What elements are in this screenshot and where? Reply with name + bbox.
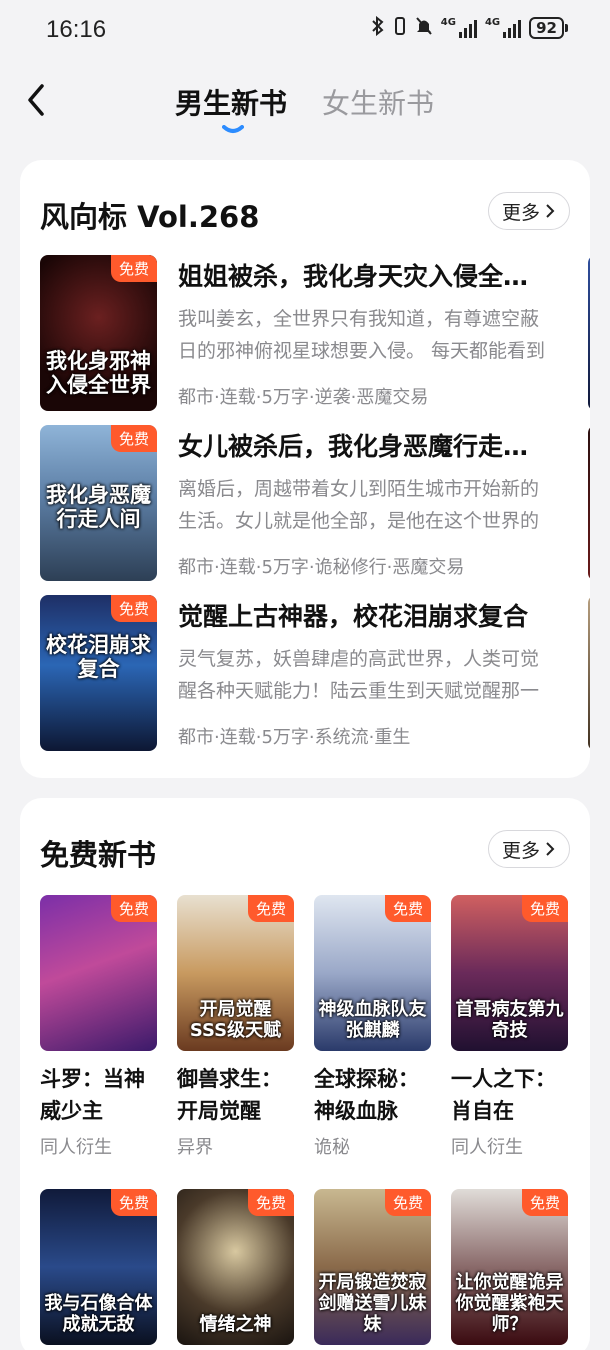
free-badge: 免费: [384, 1189, 431, 1216]
grid-book[interactable]: 情绪之神 免费: [177, 1189, 294, 1345]
tab-female-new-books[interactable]: 女生新书: [322, 82, 434, 122]
book-row[interactable]: 校花泪崩求复合 免费 觉醒上古神器，校花泪崩求复合 灵气复苏，妖兽肆虐的高武世界…: [40, 595, 590, 751]
tab-male-new-books[interactable]: 男生新书: [175, 82, 287, 122]
free-new-books-card: 免费新书 更多 免费 斗罗：当神威少主 同人衍生 开局觉醒SSS级天赋 免费 御…: [20, 798, 590, 1350]
free-badge: 免费: [384, 895, 431, 922]
book-title: 御兽求生：开局觉醒: [177, 1067, 282, 1123]
back-arrow-icon[interactable]: [22, 78, 58, 122]
grid-book[interactable]: 我与石像合体成就无敌 免费: [40, 1189, 157, 1345]
book-genre: 同人衍生: [451, 1137, 523, 1158]
book-genre: 同人衍生: [40, 1137, 112, 1158]
book-cover: 让你觉醒诡异你觉醒紫袍天师？ 免费: [451, 1189, 568, 1345]
cover-text: 神级血脉队友张麒麟: [318, 999, 427, 1041]
book-genre: 异界: [177, 1137, 213, 1158]
free-badge: 免费: [247, 895, 294, 922]
signal-label-2: 4G: [484, 17, 501, 28]
cover-text: 校花泪崩求复合: [46, 633, 151, 681]
book-tags: 都市·连载·5万字·诡秘修行·恶魔交易: [178, 557, 465, 578]
cover-text: 我化身邪神入侵全世界: [46, 349, 151, 397]
book-row[interactable]: 我化身邪神入侵全世界 免费 姐姐被杀，我化身天灾入侵全世界 我叫姜玄，全世界只有…: [40, 255, 590, 411]
book-title: 一人之下：肖自在: [451, 1067, 556, 1123]
book-title: 姐姐被杀，我化身天灾入侵全世界: [178, 262, 538, 291]
section-title: 免费新书: [40, 838, 157, 872]
section-title: 风向标 Vol.268: [40, 200, 260, 234]
cover-text: 情绪之神: [199, 1314, 272, 1335]
signal-label: 4G: [440, 17, 456, 28]
free-badge: 免费: [110, 895, 157, 922]
grid-book[interactable]: 免费 斗罗：当神威少主 同人衍生: [40, 895, 157, 1159]
free-badge: 免费: [521, 895, 568, 922]
book-cover: 首哥病友第九奇技 免费: [451, 895, 568, 1051]
status-time: 16:16: [46, 16, 107, 43]
grid-book[interactable]: 首哥病友第九奇技 免费 一人之下：肖自在 同人衍生: [451, 895, 568, 1159]
more-label: 更多: [501, 839, 540, 862]
cover-text: 开局锻造焚寂剑赠送雪儿妹妹: [318, 1272, 427, 1335]
free-badge: 免费: [110, 255, 157, 282]
tab-indicator: [222, 120, 244, 133]
signal-icon: 4G: [441, 18, 477, 38]
book-description: 离婚后，周越带着女儿到陌生城市开始新的生活。女儿就是他全部，是他在这个世界的一切: [178, 478, 540, 532]
cover-text: 首哥病友第九奇技: [455, 999, 564, 1041]
book-cover: 情绪之神 免费: [177, 1189, 294, 1345]
next-book-peek[interactable]: [588, 595, 590, 751]
header: 男生新书 女生新书: [0, 70, 610, 140]
more-label: 更多: [501, 201, 540, 224]
mute-bell-icon: [415, 16, 433, 40]
more-button[interactable]: 更多: [488, 830, 570, 868]
grid-book[interactable]: 神级血脉队友张麒麟 免费 全球探秘：神级血脉 诡秘: [314, 895, 431, 1159]
book-cover: 我化身恶魔行走人间 免费: [40, 425, 157, 581]
book-cover: 开局觉醒SSS级天赋 免费: [177, 895, 294, 1051]
book-title: 女儿被杀后，我化身恶魔行走人间: [178, 432, 538, 461]
book-cover: 我化身邪神入侵全世界 免费: [40, 255, 157, 411]
book-description: 灵气复苏，妖兽肆虐的高武世界，人类可觉醒各种天赋能力！陆云重生到天赋觉醒那一天: [178, 648, 540, 702]
vibrate-icon: [393, 16, 407, 40]
free-badge: 免费: [521, 1189, 568, 1216]
book-cover: 开局锻造焚寂剑赠送雪儿妹妹 免费: [314, 1189, 431, 1345]
cover-text: 我与石像合体成就无敌: [44, 1293, 153, 1335]
free-badge: 免费: [110, 595, 157, 622]
grid-book[interactable]: 开局觉醒SSS级天赋 免费 御兽求生：开局觉醒 异界: [177, 895, 294, 1159]
cover-text: 我化身恶魔行走人间: [46, 483, 151, 531]
next-book-peek[interactable]: [588, 255, 590, 411]
chevron-right-icon: [546, 204, 555, 218]
cover-text: 开局觉醒SSS级天赋: [189, 999, 282, 1041]
book-cover: 免费: [40, 895, 157, 1051]
book-row[interactable]: 我化身恶魔行走人间 免费 女儿被杀后，我化身恶魔行走人间 离婚后，周越带着女儿到…: [40, 425, 590, 581]
free-badge: 免费: [110, 1189, 157, 1216]
cover-text: 让你觉醒诡异你觉醒紫袍天师？: [455, 1272, 564, 1335]
grid-book[interactable]: 让你觉醒诡异你觉醒紫袍天师？ 免费: [451, 1189, 568, 1345]
grid-book[interactable]: 开局锻造焚寂剑赠送雪儿妹妹 免费: [314, 1189, 431, 1345]
free-badge: 免费: [110, 425, 157, 452]
book-genre: 诡秘: [314, 1137, 350, 1158]
book-cover: 校花泪崩求复合 免费: [40, 595, 157, 751]
more-button[interactable]: 更多: [488, 192, 570, 230]
trend-card: 风向标 Vol.268 更多 我化身邪神入侵全世界 免费 姐姐被杀，我化身天灾入…: [20, 160, 590, 778]
book-cover: 神级血脉队友张麒麟 免费: [314, 895, 431, 1051]
bluetooth-icon: [371, 15, 385, 40]
status-bar: 16:16 4G 4G 92: [0, 0, 610, 60]
chevron-right-icon: [546, 842, 555, 856]
status-icons: 4G 4G 92: [371, 15, 568, 40]
next-book-peek[interactable]: [588, 425, 590, 581]
book-title: 全球探秘：神级血脉: [314, 1067, 419, 1123]
battery-icon: 92: [529, 17, 568, 39]
book-tags: 都市·连载·5万字·系统流·重生: [178, 727, 411, 748]
free-badge: 免费: [247, 1189, 294, 1216]
book-description: 我叫姜玄，全世界只有我知道，有尊遮空蔽日的邪神俯视星球想要入侵。 每天都能看到它…: [178, 308, 546, 362]
book-title: 觉醒上古神器，校花泪崩求复合: [178, 602, 529, 631]
book-cover: 我与石像合体成就无敌 免费: [40, 1189, 157, 1345]
book-title: 斗罗：当神威少主: [40, 1067, 145, 1123]
signal-icon-2: 4G: [484, 17, 522, 38]
book-tags: 都市·连载·5万字·逆袭·恶魔交易: [178, 387, 429, 408]
